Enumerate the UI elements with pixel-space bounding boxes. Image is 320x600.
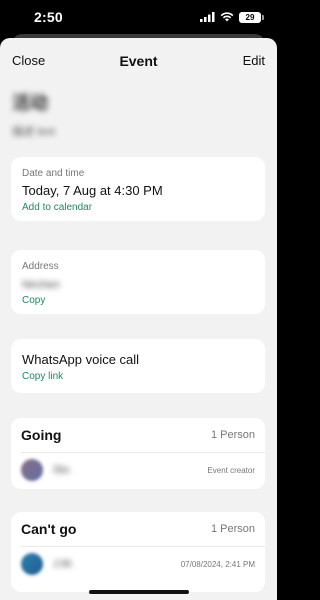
going-section: Going 1 Person Stu Event creator: [11, 418, 265, 489]
address-label: Address: [22, 261, 59, 272]
event-name: 活动: [12, 93, 48, 113]
call-type: WhatsApp voice call: [22, 352, 140, 367]
cant-go-count: 1 Person: [210, 523, 255, 535]
member-name: Stu: [53, 464, 70, 476]
address-value: Nirchen: [22, 279, 60, 291]
address-card: Address Nirchen Copy: [11, 250, 265, 314]
date-time-label: Date and time: [22, 168, 85, 179]
going-title: Going: [21, 427, 62, 443]
signal-icon: [200, 12, 215, 22]
avatar: [21, 553, 43, 575]
wifi-icon: [220, 12, 234, 22]
battery-icon: 29: [239, 11, 264, 23]
member-row[interactable]: J.M. 07/08/2024, 2:41 PM: [11, 547, 265, 581]
date-time-value: Today, 7 Aug at 4:30 PM: [22, 183, 163, 198]
avatar: [21, 459, 43, 481]
date-time-card: Date and time Today, 7 Aug at 4:30 PM Ad…: [11, 157, 265, 221]
call-card: WhatsApp voice call Copy link: [11, 339, 265, 393]
going-header: Going 1 Person: [11, 418, 265, 452]
cant-go-section: Can't go 1 Person J.M. 07/08/2024, 2:41 …: [11, 512, 265, 592]
cant-go-title: Can't go: [21, 521, 77, 537]
edit-button[interactable]: Edit: [243, 53, 265, 68]
event-description: 描述 text: [12, 126, 55, 138]
member-response-time: 07/08/2024, 2:41 PM: [180, 559, 255, 569]
copy-link[interactable]: Copy link: [22, 371, 254, 382]
copy-address-link[interactable]: Copy: [22, 295, 254, 306]
status-icons: 29: [200, 11, 264, 23]
going-count: 1 Person: [210, 429, 255, 441]
member-role: Event creator: [207, 465, 255, 475]
status-time: 2:50: [34, 9, 63, 25]
member-row[interactable]: Stu Event creator: [11, 453, 265, 487]
add-to-calendar-link[interactable]: Add to calendar: [22, 202, 254, 213]
close-button[interactable]: Close: [12, 53, 45, 68]
member-name: J.M.: [53, 558, 74, 570]
home-indicator: [89, 590, 189, 594]
event-sheet: Close Event Edit 活动 描述 text Date and tim…: [0, 38, 277, 600]
nav-bar: Close Event Edit: [0, 38, 277, 83]
status-bar: 2:50 29: [0, 0, 277, 34]
cant-go-header: Can't go 1 Person: [11, 512, 265, 546]
